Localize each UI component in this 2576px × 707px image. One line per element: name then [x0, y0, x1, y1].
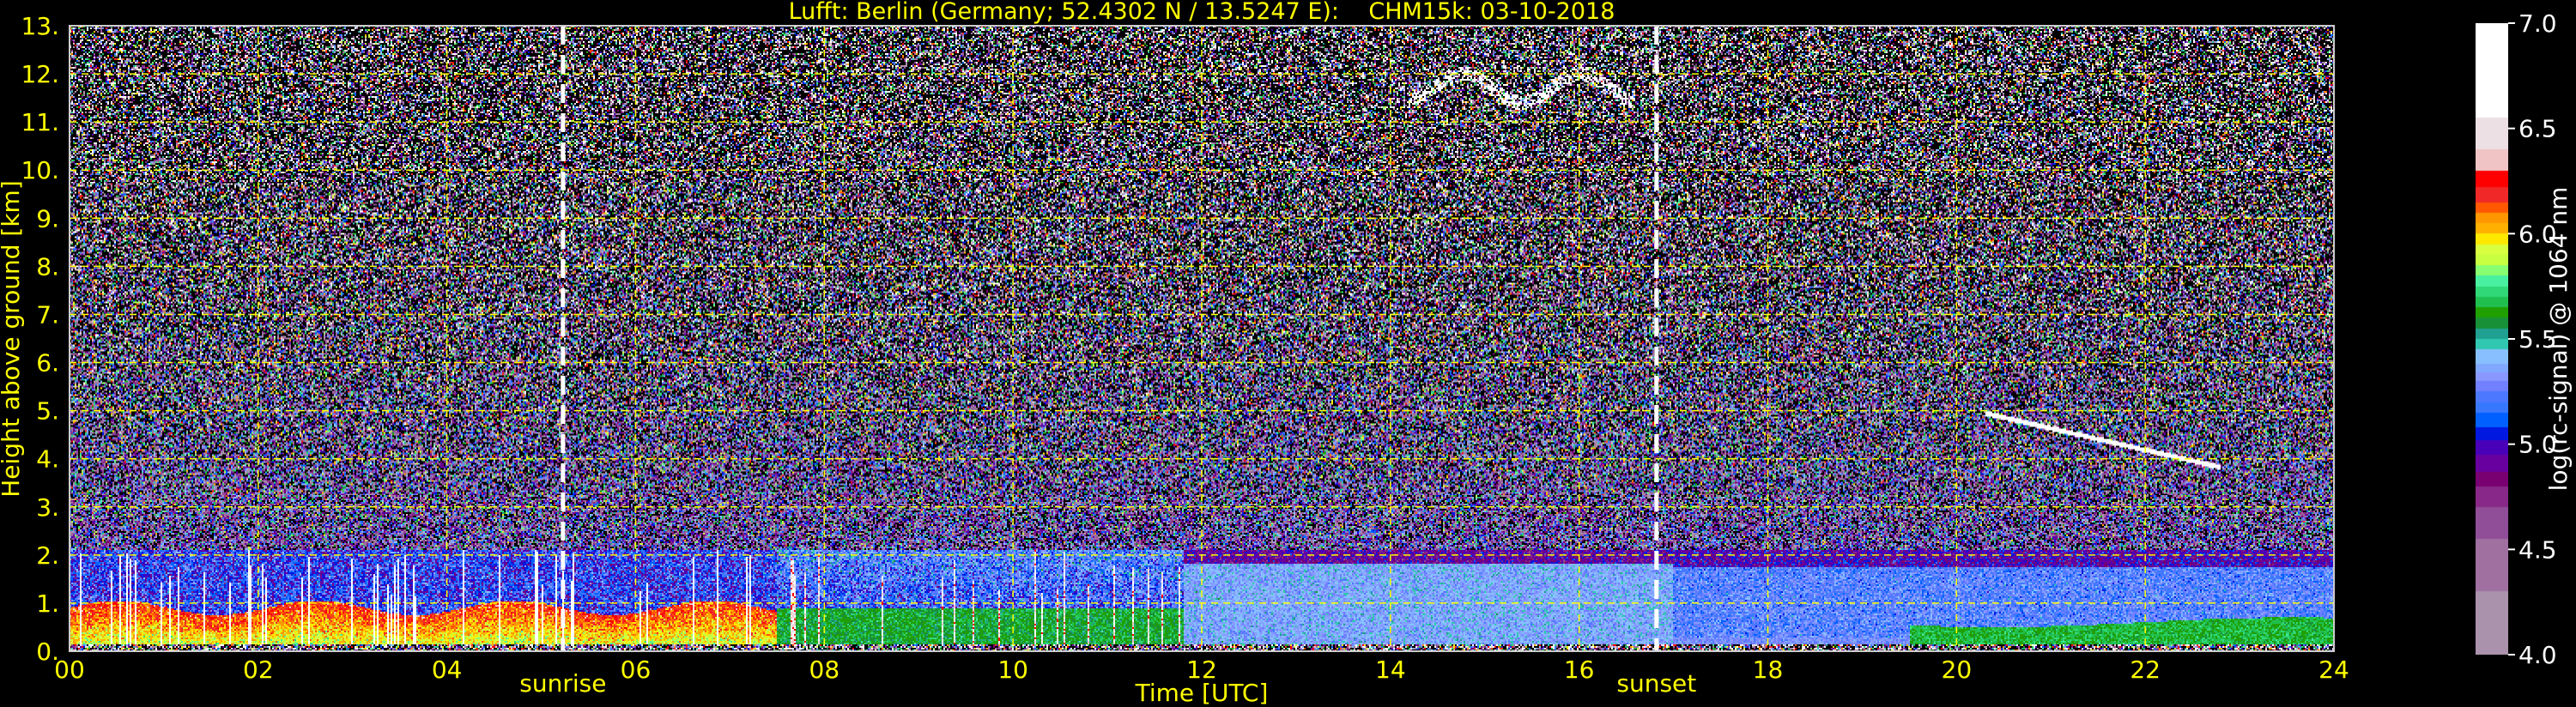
y-tick-label: 9. — [36, 204, 59, 233]
x-tick-label: 16 — [1564, 656, 1595, 684]
y-tick-label: 7. — [36, 300, 59, 329]
x-tick-label: 06 — [621, 656, 652, 684]
chart-title: Lufft: Berlin (Germany; 52.4302 N / 13.5… — [789, 0, 1615, 25]
x-tick-label: 00 — [54, 656, 85, 684]
y-ticks: 0.1.2.3.4.5.6.7.8.9.10.11.12.13. — [21, 12, 59, 666]
sunset-label: sunset — [1616, 669, 1696, 698]
y-tick-label: 11. — [21, 108, 59, 136]
x-tick-label: 02 — [243, 656, 274, 684]
y-tick-label: 10. — [21, 156, 59, 184]
grid — [70, 26, 2334, 651]
annotations: sunrise sunset — [519, 26, 1696, 698]
x-tick-label: 20 — [1942, 656, 1973, 684]
y-tick-label: 3. — [36, 493, 59, 522]
x-tick-label: 24 — [2318, 656, 2349, 684]
y-tick-label: 5. — [36, 397, 59, 426]
chart-overlay: sunrise sunset 0.1.2.3.4.5.6.7.8.9.10.11.… — [0, 0, 2573, 707]
x-tick-label: 14 — [1375, 656, 1406, 684]
y-tick-label: 8. — [36, 252, 59, 281]
colorbar-label: log(rc-signal) @ 1064 nm — [2544, 187, 2573, 492]
y-axis-label: Height above ground [km] — [0, 180, 25, 498]
colorbar-tick-label: 4.5 — [2518, 535, 2557, 564]
colorbar-tick-label: 7.0 — [2518, 9, 2557, 38]
colorbar-tick-label: 4.0 — [2518, 641, 2557, 669]
y-tick-label: 2. — [36, 541, 59, 570]
y-tick-label: 12. — [21, 60, 59, 88]
x-tick-label: 18 — [1753, 656, 1784, 684]
y-tick-label: 4. — [36, 445, 59, 474]
sunrise-label: sunrise — [519, 669, 606, 698]
colorbar-tick-label: 6.5 — [2518, 115, 2557, 143]
x-tick-label: 22 — [2130, 656, 2161, 684]
y-tick-label: 6. — [36, 349, 59, 378]
y-tick-label: 1. — [36, 589, 59, 618]
x-tick-label: 10 — [997, 656, 1028, 684]
x-tick-label: 08 — [809, 656, 840, 684]
x-axis-label: Time [UTC] — [1135, 679, 1269, 707]
x-tick-label: 04 — [432, 656, 463, 684]
y-tick-label: 13. — [21, 12, 59, 40]
